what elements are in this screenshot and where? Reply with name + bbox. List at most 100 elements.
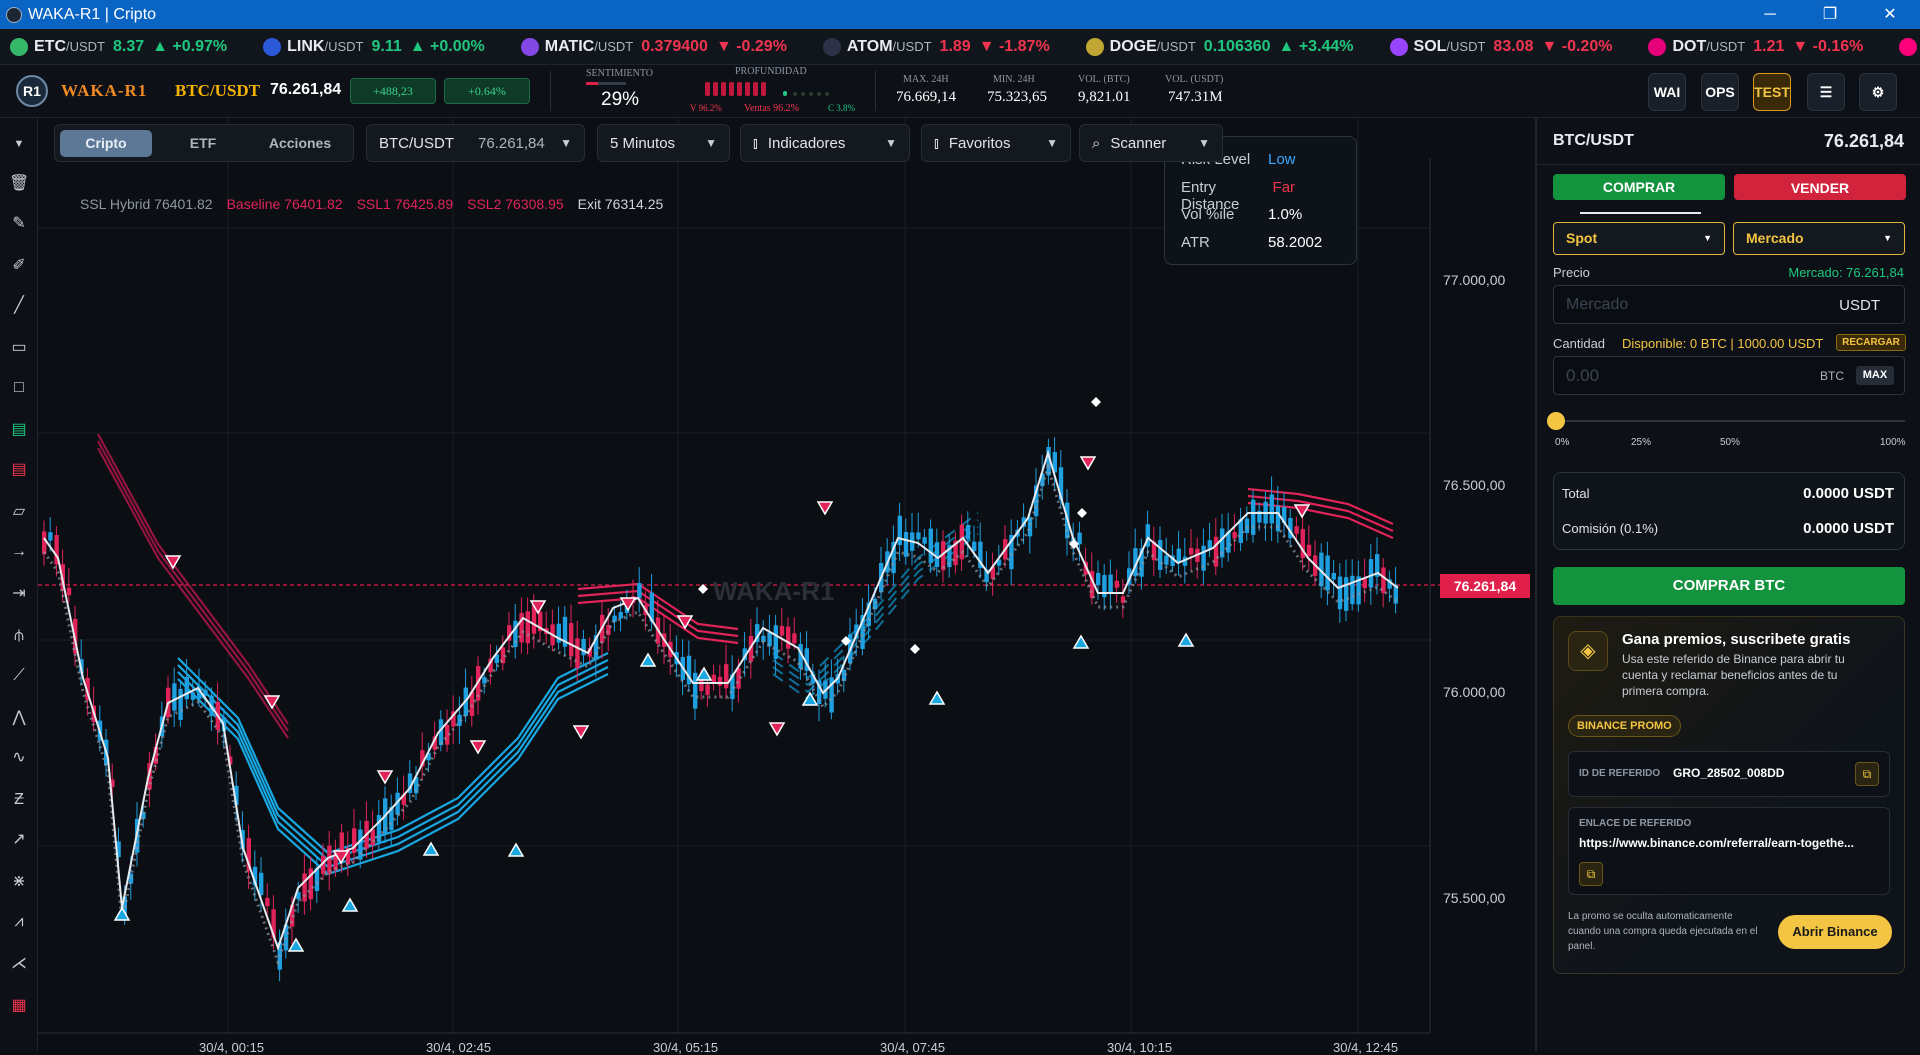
zigzag-icon[interactable]: Ƶ xyxy=(9,790,29,810)
abcd-icon[interactable]: ⩘ xyxy=(9,912,29,932)
buy-tab[interactable]: COMPRAR xyxy=(1553,174,1725,200)
amount-slider-handle[interactable] xyxy=(1547,412,1565,430)
app-icon xyxy=(6,6,22,23)
scanner-label: Scanner xyxy=(1110,134,1167,152)
triangle-pattern-icon[interactable]: ⋌ xyxy=(9,954,29,974)
long-position-icon[interactable]: ▤ xyxy=(9,420,29,440)
order-mode-select[interactable]: Mercado ▼ xyxy=(1733,222,1905,255)
depth-v: V 96.2% xyxy=(690,103,722,113)
ticker-change: ▲ +0.97% xyxy=(152,37,228,55)
tab-acciones[interactable]: Acciones xyxy=(254,130,346,157)
candle xyxy=(1096,572,1101,586)
close-button[interactable]: ✕ xyxy=(1860,0,1920,29)
favorites-label: Favoritos xyxy=(948,134,1011,152)
short-position-icon[interactable]: ▤ xyxy=(9,460,29,480)
line-icon[interactable]: ╱ xyxy=(9,296,29,316)
copy-icon[interactable]: ⧉ xyxy=(1579,862,1603,886)
wai-button[interactable]: WAI xyxy=(1648,73,1686,111)
ssl-hybrid-line xyxy=(43,449,1399,952)
candle xyxy=(922,537,927,544)
collapse-toolbar-icon[interactable]: ▼ xyxy=(9,134,29,154)
copy-icon[interactable]: ⧉ xyxy=(1855,762,1879,786)
candle xyxy=(66,587,72,596)
buy-signal-marker xyxy=(695,666,713,681)
open-binance-button[interactable]: Abrir Binance xyxy=(1778,915,1892,949)
legend-exit: Exit 76314.25 xyxy=(577,196,664,212)
candle xyxy=(327,845,332,874)
candle xyxy=(928,528,933,564)
coin-icon xyxy=(822,37,841,56)
ticker-item[interactable]: DOGE/USDT 0.106360 ▲ +3.44% xyxy=(1076,37,1354,56)
ticker-item[interactable]: UNI xyxy=(1889,37,1920,56)
elliott-icon[interactable]: ⋇ xyxy=(9,872,29,892)
brush-icon[interactable]: ✐ xyxy=(9,256,29,276)
sell-tab[interactable]: VENDER xyxy=(1734,174,1906,200)
ticker-quote: /USDT xyxy=(66,39,105,54)
measure-icon[interactable]: ⇥ xyxy=(9,584,29,604)
buy-btc-button[interactable]: COMPRAR BTC xyxy=(1553,567,1905,605)
indicators-menu[interactable]: ⫾ Indicadores ▼ xyxy=(740,124,910,162)
sell-signal-marker xyxy=(768,722,786,737)
candle xyxy=(575,638,580,669)
tab-cripto[interactable]: Cripto xyxy=(60,130,152,157)
curve-icon[interactable]: ↗ xyxy=(9,830,29,850)
window-title: WAKA-R1 | Cripto xyxy=(28,5,157,23)
x-axis-label: 30/4, 12:45 xyxy=(1333,1040,1399,1055)
buy-signal-marker xyxy=(639,652,657,667)
chevron-down-icon: ▼ xyxy=(1883,233,1892,243)
ticker-item[interactable]: ETC/USDT 8.37 ▲ +0.97% xyxy=(0,37,228,56)
arrow-icon[interactable]: → xyxy=(9,542,29,562)
buy-signal-marker xyxy=(287,937,305,952)
calendar-icon[interactable]: ▦ xyxy=(9,996,29,1016)
total-label: Total xyxy=(1562,486,1590,501)
ticker-item[interactable]: MATIC/USDT 0.379400 ▼ -0.29% xyxy=(511,37,787,56)
settings-button[interactable]: ⚙ xyxy=(1859,73,1897,111)
layout-button[interactable]: ☰ xyxy=(1807,73,1845,111)
rectangle-icon[interactable]: □ xyxy=(9,378,29,398)
tab-etf[interactable]: ETF xyxy=(157,130,249,157)
change-amount-chip: +488,23 xyxy=(350,78,436,104)
fork-icon[interactable]: ⫛ xyxy=(9,626,29,646)
total-value: 0.0000 USDT xyxy=(1803,485,1894,502)
wave-icon[interactable]: ∿ xyxy=(9,748,29,768)
max-button[interactable]: MAX xyxy=(1856,366,1894,385)
buy-signal-marker xyxy=(341,897,359,912)
signal-diamond xyxy=(1077,508,1087,518)
referral-id: GRO_28502_008DD xyxy=(1673,766,1785,780)
candle xyxy=(265,897,270,907)
trash-icon[interactable]: 🗑 xyxy=(9,174,29,194)
x-axis-label: 30/4, 07:45 xyxy=(880,1040,946,1055)
ticker-item[interactable]: DOT/USDT 1.21 ▼ -0.16% xyxy=(1638,37,1863,56)
pencil-icon[interactable]: ✎ xyxy=(9,214,29,234)
order-type-select[interactable]: Spot ▼ xyxy=(1553,222,1725,255)
scanner-menu[interactable]: ⌕ Scanner ▼ xyxy=(1079,124,1223,162)
sell-signal-marker xyxy=(572,725,590,740)
ops-button[interactable]: OPS xyxy=(1701,73,1739,111)
candle xyxy=(1251,499,1256,535)
candle xyxy=(1114,580,1119,588)
reload-button[interactable]: RECARGAR xyxy=(1836,334,1906,351)
ticker-item[interactable]: ATOM/USDT 1.89 ▼ -1.87% xyxy=(813,37,1050,56)
test-button[interactable]: TEST xyxy=(1753,73,1791,111)
pattern-icon[interactable]: ⋀ xyxy=(9,708,29,728)
maximize-button[interactable]: ❐ xyxy=(1800,0,1860,29)
interval-selector[interactable]: 5 Minutos ▼ xyxy=(597,124,730,162)
y-axis-label: 77.000,00 xyxy=(1443,272,1506,288)
x-axis-label: 30/4, 00:15 xyxy=(199,1040,265,1055)
candle xyxy=(736,668,741,689)
amount-slider[interactable] xyxy=(1553,420,1905,422)
ticker-item[interactable]: LINK/USDT 9.11 ▲ +0.00% xyxy=(253,37,485,56)
min24-label: MIN. 24H xyxy=(993,74,1035,85)
slider-label: 100% xyxy=(1880,437,1906,448)
note-icon[interactable]: ▱ xyxy=(9,502,29,522)
candle xyxy=(959,524,964,560)
trend-icon[interactable]: ⟋ xyxy=(9,666,29,686)
ruler-icon[interactable]: ▭ xyxy=(9,338,29,358)
symbol-selector[interactable]: BTC/USDT 76.261,84 ▼ xyxy=(366,124,585,162)
minimize-button[interactable]: ─ xyxy=(1740,0,1800,29)
quantity-input[interactable]: 0.00 BTC MAX xyxy=(1553,356,1905,395)
price-input[interactable]: Mercado USDT xyxy=(1553,285,1905,324)
favorites-menu[interactable]: ⫾ Favoritos ▼ xyxy=(921,124,1071,162)
ticker-price: 1.21 xyxy=(1753,37,1785,55)
ticker-item[interactable]: SOL/USDT 83.08 ▼ -0.20% xyxy=(1380,37,1612,56)
